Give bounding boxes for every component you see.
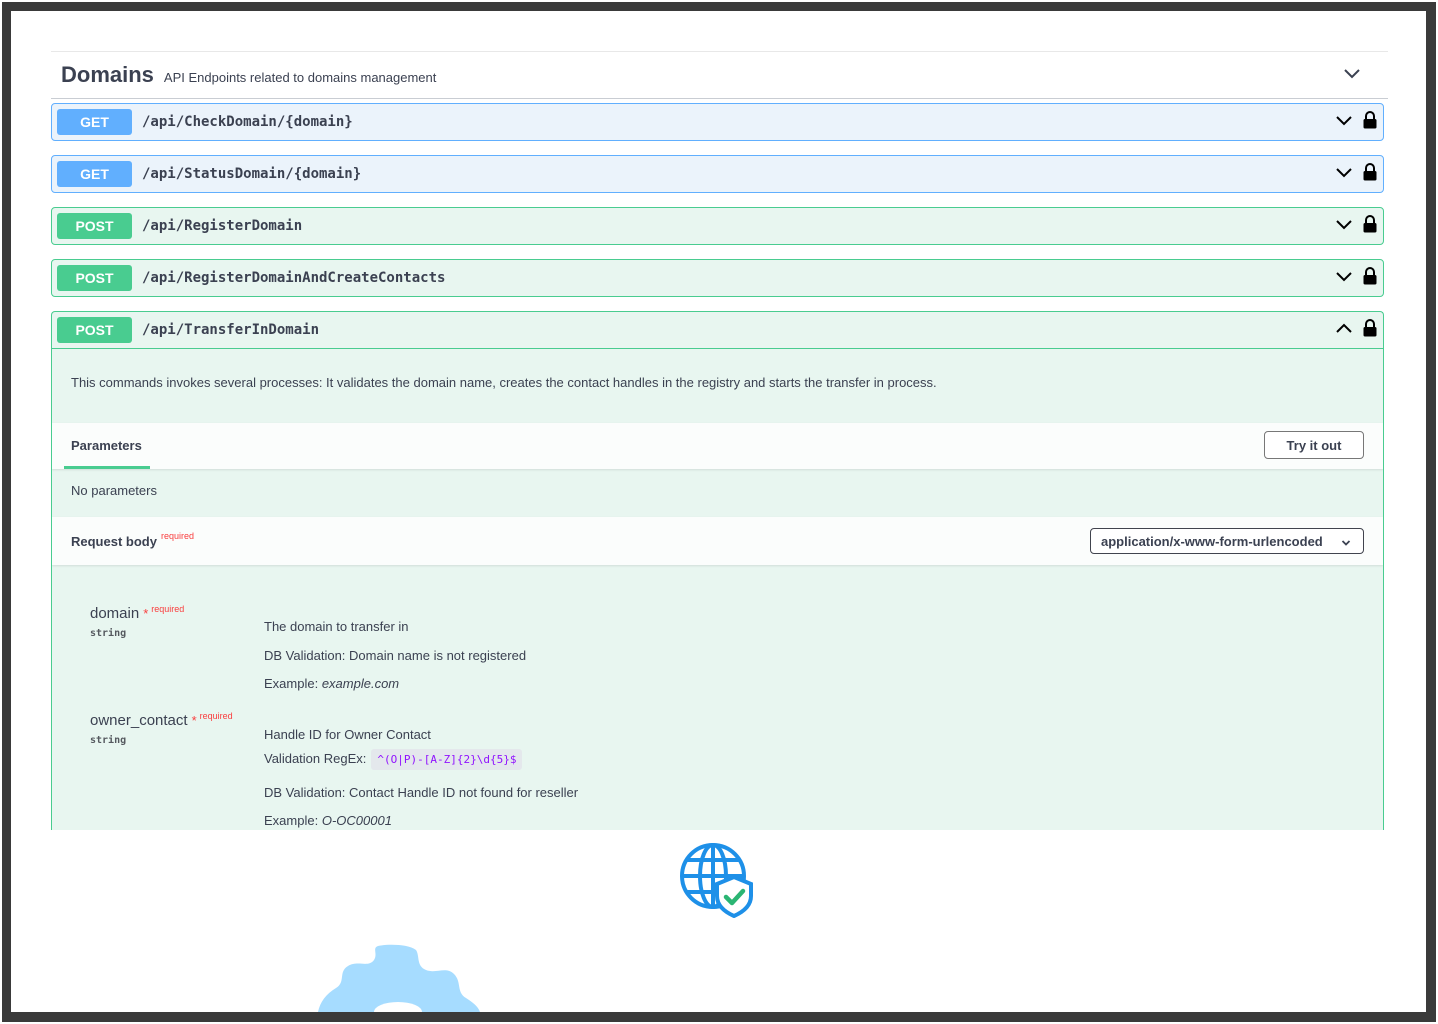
try-it-out-button[interactable]: Try it out — [1264, 431, 1364, 459]
required-marker: required — [160, 531, 194, 541]
property-type: string — [90, 735, 127, 746]
example-label: Example: — [264, 813, 319, 828]
operation-description: This commands invokes several processes:… — [71, 375, 937, 390]
method-badge: GET — [57, 109, 132, 135]
operation-post-registerdomain[interactable]: POST /api/RegisterDomain — [51, 207, 1384, 245]
operation-controls — [1335, 163, 1377, 181]
property-regex: Validation RegEx: ^(O|P)-[A-Z]{2}\d{5}$ — [264, 749, 523, 770]
operation-path: /api/TransferInDomain — [142, 322, 320, 338]
property-name-domain: domain * required — [90, 604, 185, 622]
property-name-owner-contact: owner_contact * required — [90, 711, 233, 729]
regex-value: ^(O|P)-[A-Z]{2}\d{5}$ — [371, 749, 523, 770]
required-star: * — [191, 713, 197, 728]
active-tab-indicator — [64, 466, 150, 469]
operation-summary[interactable]: POST /api/RegisterDomain — [52, 208, 1383, 244]
method-badge: POST — [57, 213, 132, 239]
property-example: Example: example.com — [264, 676, 399, 691]
method-badge: GET — [57, 161, 132, 187]
property-name: owner_contact — [90, 712, 188, 729]
operation-controls — [1335, 215, 1377, 233]
required-marker: required — [151, 604, 185, 614]
regex-label: Validation RegEx: — [264, 751, 367, 766]
parameters-header: Parameters Try it out — [52, 423, 1383, 469]
lock-icon[interactable] — [1363, 319, 1377, 337]
property-description: The domain to transfer in — [264, 619, 409, 634]
property-db-validation: DB Validation: Contact Handle ID not fou… — [264, 785, 579, 800]
request-body-schema: domain * required string The domain to tra… — [52, 565, 1383, 828]
tag-title: Domains — [61, 62, 154, 87]
method-badge: POST — [57, 317, 132, 343]
operation-get-statusdomain[interactable]: GET /api/StatusDomain/{domain} — [51, 155, 1384, 193]
chevron-down-icon[interactable] — [1342, 64, 1362, 84]
chevron-down-icon[interactable] — [1335, 267, 1353, 285]
operation-body: This commands invokes several processes:… — [52, 348, 1383, 828]
required-marker: required — [199, 711, 233, 721]
operation-controls — [1335, 319, 1377, 337]
property-name: domain — [90, 605, 140, 622]
no-parameters-text: No parameters — [71, 483, 157, 498]
property-description: Handle ID for Owner Contact — [264, 727, 431, 742]
operation-post-transferindomain: POST /api/TransferInDomain This commands… — [51, 311, 1384, 830]
chevron-down-icon[interactable] — [1335, 215, 1353, 233]
content-type-value: application/x-www-form-urlencoded — [1101, 533, 1323, 549]
lock-icon[interactable] — [1363, 267, 1377, 285]
property-type: string — [90, 628, 127, 639]
request-body-title: Request body required — [71, 531, 194, 549]
request-body-header: Request body required application/x-www-f… — [52, 517, 1383, 565]
operation-path: /api/CheckDomain/{domain} — [142, 114, 353, 130]
operation-controls — [1335, 111, 1377, 129]
operation-summary[interactable]: GET /api/StatusDomain/{domain} — [52, 156, 1383, 192]
property-db-validation: DB Validation: Domain name is not regist… — [264, 648, 527, 663]
tag-description: API Endpoints related to domains managem… — [163, 69, 437, 85]
lock-icon[interactable] — [1363, 111, 1377, 129]
chevron-down-icon — [1341, 536, 1351, 551]
operation-summary[interactable]: POST /api/TransferInDomain — [52, 312, 1383, 348]
gear-icon — [316, 944, 482, 1022]
operation-controls — [1335, 267, 1377, 285]
tag-header-domains[interactable]: Domains API Endpoints related to domains… — [51, 51, 1388, 99]
operation-path: /api/StatusDomain/{domain} — [142, 166, 362, 182]
operation-summary[interactable]: POST /api/RegisterDomainAndCreateContact… — [52, 260, 1383, 296]
required-star: * — [143, 606, 149, 621]
request-body-label: Request body — [71, 534, 157, 549]
globe-shield-icon — [679, 842, 757, 923]
operation-get-checkdomain[interactable]: GET /api/CheckDomain/{domain} — [51, 103, 1384, 141]
tab-parameters[interactable]: Parameters — [71, 438, 142, 453]
lock-icon[interactable] — [1363, 163, 1377, 181]
example-value: example.com — [321, 676, 400, 691]
chevron-up-icon[interactable] — [1335, 319, 1353, 337]
operation-path: /api/RegisterDomain — [142, 218, 303, 234]
example-value: O-OC00001 — [321, 813, 392, 828]
operation-summary[interactable]: GET /api/CheckDomain/{domain} — [52, 104, 1383, 140]
method-badge: POST — [57, 265, 132, 291]
operation-path: /api/RegisterDomainAndCreateContacts — [142, 270, 446, 286]
content-type-select[interactable]: application/x-www-form-urlencoded — [1090, 528, 1364, 554]
property-example: Example: O-OC00001 — [264, 813, 392, 828]
operation-post-registerdomainandcreatecontacts[interactable]: POST /api/RegisterDomainAndCreateContact… — [51, 259, 1384, 297]
lock-icon[interactable] — [1363, 215, 1377, 233]
chevron-down-icon[interactable] — [1335, 111, 1353, 129]
example-label: Example: — [264, 676, 319, 691]
chevron-down-icon[interactable] — [1335, 163, 1353, 181]
